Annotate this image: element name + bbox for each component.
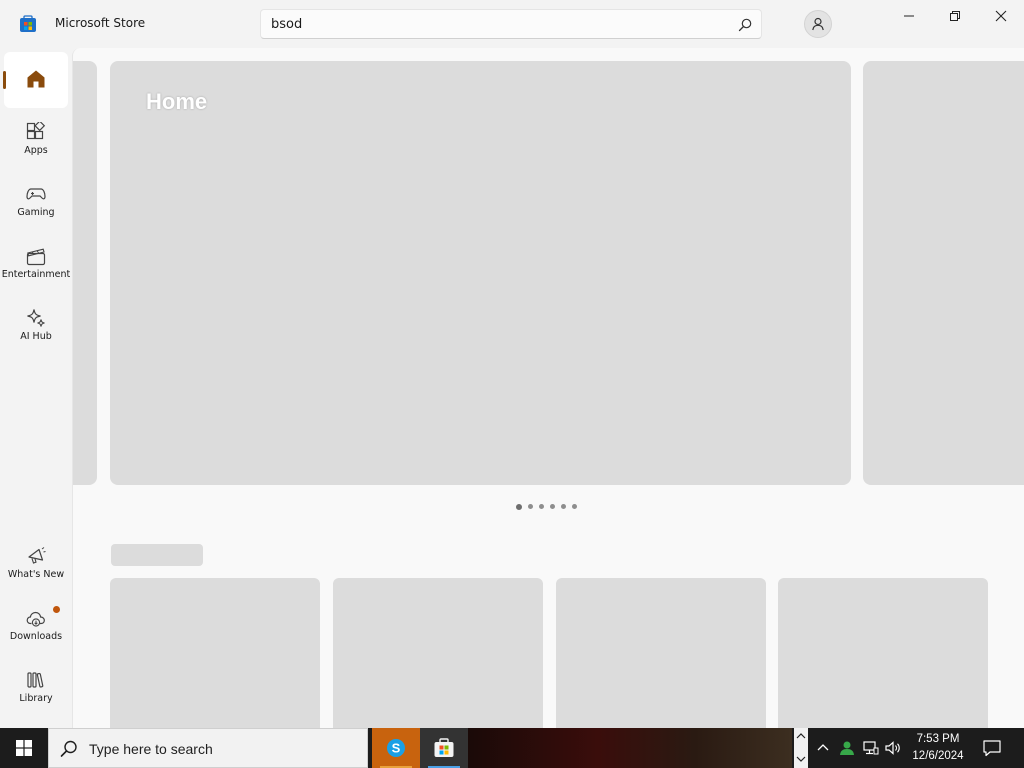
home-icon: [27, 70, 45, 88]
search-input[interactable]: [271, 15, 721, 33]
pager-dot[interactable]: [550, 504, 555, 509]
nav-label-gaming: Gaming: [17, 207, 55, 218]
nav-label-whats-new: What's New: [7, 569, 65, 580]
taskbar-search-placeholder: Type here to search: [89, 741, 213, 757]
carousel-pager: [516, 504, 577, 512]
taskbar-app-microsoft-store[interactable]: [420, 728, 468, 768]
nav-item-library[interactable]: Library: [4, 660, 68, 716]
navigation-rail: Apps Gaming Entertainment AI Hub What's …: [0, 48, 72, 728]
microsoft-store-icon: [434, 738, 454, 757]
restore-button[interactable]: [932, 0, 978, 32]
person-icon: [812, 17, 824, 31]
pager-dot[interactable]: [528, 504, 533, 509]
clapperboard-icon: [26, 248, 46, 266]
notification-center-icon[interactable]: [982, 738, 1002, 758]
downloads-badge: [53, 606, 60, 613]
volume-icon[interactable]: [884, 739, 902, 757]
sparkle-icon: [27, 309, 45, 327]
search-icon: [60, 740, 77, 757]
hero-card-next[interactable]: [863, 61, 1024, 485]
hero-card-current[interactable]: Home: [110, 61, 851, 485]
show-hidden-icons-chevron-icon[interactable]: [814, 739, 832, 757]
start-button[interactable]: [0, 728, 48, 768]
library-icon: [27, 672, 44, 688]
windows-logo-icon: [16, 740, 32, 756]
pager-dot[interactable]: [572, 504, 577, 509]
nav-item-apps[interactable]: Apps: [4, 112, 68, 168]
nav-item-ai-hub[interactable]: AI Hub: [4, 298, 68, 354]
app-tile-placeholder[interactable]: [778, 578, 988, 728]
taskbar-search-box[interactable]: Type here to search: [48, 728, 368, 768]
app-tile-placeholder[interactable]: [333, 578, 543, 728]
nav-label-library: Library: [19, 693, 53, 704]
taskbar-clock[interactable]: 7:53 PM 12/6/2024: [902, 731, 974, 765]
search-icon[interactable]: [737, 17, 753, 33]
pager-dot[interactable]: [539, 504, 544, 509]
gamepad-icon: [26, 188, 46, 200]
apps-icon: [26, 122, 46, 140]
nav-label-apps: Apps: [24, 145, 48, 156]
minimize-icon: [904, 15, 914, 17]
microsoft-store-logo-icon: [20, 15, 36, 32]
nav-label-ai-hub: AI Hub: [20, 331, 52, 342]
page-title: Home: [146, 89, 208, 114]
people-tray-icon[interactable]: [838, 739, 856, 757]
close-button[interactable]: [978, 0, 1024, 32]
nav-item-entertainment[interactable]: Entertainment: [2, 236, 70, 292]
main-content: Home: [72, 48, 1024, 728]
taskbar: Type here to search S 7:53 PM 12/6/2024: [0, 728, 1024, 768]
close-icon: [995, 10, 1007, 22]
network-icon[interactable]: [862, 739, 880, 757]
minimize-button[interactable]: [886, 0, 932, 32]
restore-icon: [950, 11, 960, 21]
nav-item-downloads[interactable]: Downloads: [4, 598, 68, 654]
skype-icon: S: [387, 739, 405, 757]
taskbar-app-skype[interactable]: S: [372, 728, 420, 768]
app-title: Microsoft Store: [55, 16, 146, 30]
nav-item-gaming[interactable]: Gaming: [4, 174, 68, 230]
nav-label-downloads: Downloads: [9, 631, 63, 642]
clock-date: 12/6/2024: [912, 750, 964, 762]
app-tile-placeholder[interactable]: [110, 578, 320, 728]
nav-label-entertainment: Entertainment: [1, 269, 71, 280]
svg-text:S: S: [392, 741, 401, 756]
megaphone-icon: [28, 547, 46, 564]
title-bar: Microsoft Store: [0, 0, 1024, 48]
section-title-placeholder: [111, 544, 203, 566]
profile-button[interactable]: [804, 10, 832, 38]
pager-dot[interactable]: [516, 504, 522, 510]
clock-time: 7:53 PM: [916, 733, 960, 745]
taskbar-scroll[interactable]: [794, 728, 808, 768]
nav-item-whats-new[interactable]: What's New: [4, 536, 68, 592]
taskbar-background-preview: [468, 728, 792, 768]
search-box[interactable]: [260, 9, 762, 39]
chevron-up-icon: [796, 733, 806, 739]
active-indicator: [3, 71, 6, 89]
cloud-download-icon: [26, 611, 45, 627]
nav-item-home[interactable]: [3, 52, 68, 108]
chevron-down-icon: [796, 756, 806, 762]
hero-card-previous[interactable]: [73, 61, 97, 485]
app-tile-placeholder[interactable]: [556, 578, 766, 728]
pager-dot[interactable]: [561, 504, 566, 509]
